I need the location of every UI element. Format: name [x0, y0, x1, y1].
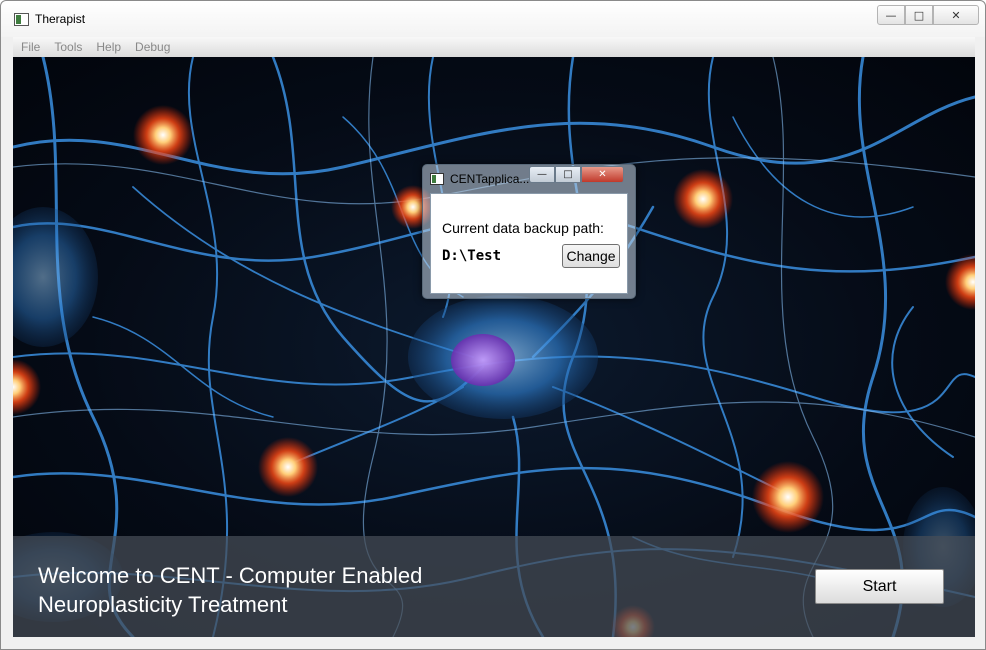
dialog-title-bar[interactable]: CENTapplica... — □ ✕: [423, 165, 635, 189]
backup-path-dialog: CENTapplica... — □ ✕ Current data backup…: [422, 164, 636, 299]
dialog-app-icon: [430, 173, 444, 185]
menu-bar: File Tools Help Debug: [13, 37, 975, 57]
app-icon: [14, 13, 29, 26]
menu-file[interactable]: File: [21, 40, 40, 54]
dialog-caption-buttons: — □ ✕: [529, 166, 624, 183]
backup-path-label: Current data backup path:: [442, 220, 604, 236]
menu-debug[interactable]: Debug: [135, 40, 170, 54]
dialog-minimize-button[interactable]: —: [529, 166, 555, 183]
caption-buttons: — □ ✕: [877, 5, 979, 25]
dialog-title: CENTapplica...: [450, 172, 530, 186]
welcome-line-2: Neuroplasticity Treatment: [38, 592, 288, 617]
backup-path-value: D:\Test: [442, 248, 502, 264]
welcome-text: Welcome to CENT - Computer Enabled Neuro…: [38, 561, 498, 619]
menu-tools[interactable]: Tools: [54, 40, 82, 54]
change-path-button[interactable]: Change: [562, 244, 620, 268]
welcome-banner: Welcome to CENT - Computer Enabled Neuro…: [13, 536, 975, 637]
dialog-body: Current data backup path: D:\Test Change: [430, 193, 628, 294]
start-button[interactable]: Start: [815, 569, 944, 604]
dialog-close-button[interactable]: ✕: [581, 166, 624, 183]
welcome-line-1: Welcome to CENT - Computer Enabled: [38, 563, 423, 588]
client-area: Welcome to CENT - Computer Enabled Neuro…: [13, 57, 975, 637]
menu-help[interactable]: Help: [96, 40, 121, 54]
dialog-maximize-button[interactable]: □: [555, 166, 581, 183]
main-window: Therapist — □ ✕ File Tools Help Debug We…: [0, 0, 986, 650]
window-title: Therapist: [35, 12, 86, 26]
title-bar[interactable]: Therapist — □ ✕: [1, 1, 985, 37]
minimize-button[interactable]: —: [877, 5, 905, 25]
close-button[interactable]: ✕: [933, 5, 979, 25]
maximize-button[interactable]: □: [905, 5, 933, 25]
